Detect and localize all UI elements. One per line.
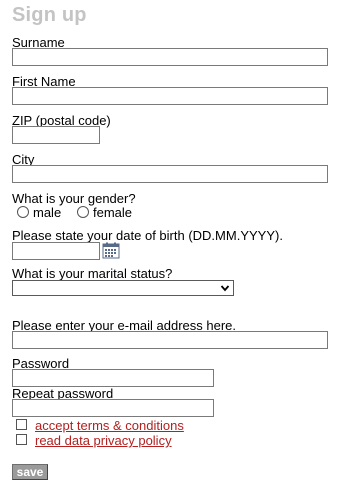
- repeat-password-input[interactable]: [12, 399, 214, 417]
- privacy-link[interactable]: read data privacy policy: [35, 434, 172, 448]
- save-button[interactable]: save: [12, 464, 48, 480]
- city-input[interactable]: [12, 165, 328, 183]
- surname-input[interactable]: [12, 48, 328, 66]
- dob-label: Please state your date of birth (DD.MM.Y…: [12, 228, 283, 243]
- marital-status-select[interactable]: [12, 280, 234, 296]
- gender-male-label[interactable]: male: [33, 206, 61, 220]
- terms-link[interactable]: accept terms & conditions: [35, 419, 184, 433]
- chevron-down-icon: [220, 285, 230, 292]
- gender-female-radio[interactable]: [77, 206, 89, 218]
- privacy-checkbox[interactable]: [16, 434, 27, 445]
- zip-input[interactable]: [12, 126, 100, 144]
- gender-female-label[interactable]: female: [93, 206, 132, 220]
- gender-male-radio[interactable]: [17, 206, 29, 218]
- calendar-icon[interactable]: [102, 242, 120, 259]
- terms-checkbox[interactable]: [16, 419, 27, 430]
- password-input[interactable]: [12, 369, 214, 387]
- first-name-input[interactable]: [12, 87, 328, 105]
- dob-input[interactable]: [12, 242, 100, 260]
- page-title: Sign up: [12, 4, 87, 26]
- email-input[interactable]: [12, 331, 328, 349]
- marital-label: What is your marital status?: [12, 266, 173, 281]
- gender-label: What is your gender?: [12, 191, 136, 206]
